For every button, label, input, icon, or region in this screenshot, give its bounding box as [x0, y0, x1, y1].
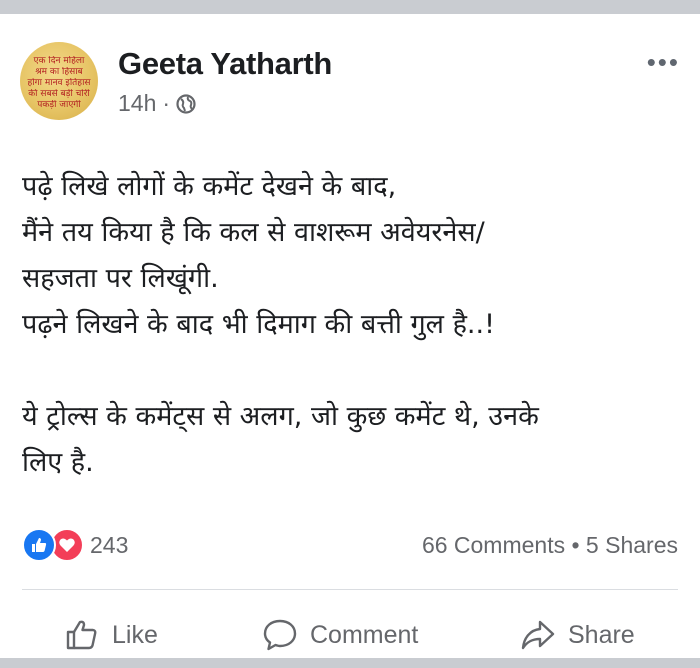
comment-icon — [263, 619, 297, 651]
comments-shares-count[interactable]: 66 Comments • 5 Shares — [422, 532, 678, 559]
avatar-text-line: की सबसे बड़ी चोरी — [28, 89, 90, 99]
avatar-text-line: पकड़ी जाएगी — [37, 100, 81, 110]
post-meta: 14h · — [118, 90, 196, 117]
avatar-text: एक दिन महिला श्रम का हिसाब होगा मानव इति… — [26, 56, 92, 111]
action-bar: Like Comment Share — [0, 610, 700, 660]
post-text-line: पढ़ने लिखने के बाद भी दिमाग की बत्ती गुल… — [22, 309, 495, 340]
author-name[interactable]: Geeta Yatharth — [118, 46, 332, 82]
reaction-count: 243 — [90, 531, 129, 558]
post-text-line: मैंने तय किया है कि कल से वाशरूम अवेयरने… — [22, 217, 485, 248]
avatar-text-line: श्रम का हिसाब — [35, 67, 83, 77]
avatar-text-line: होगा मानव इतिहास — [27, 78, 91, 88]
post-time[interactable]: 14h — [118, 90, 156, 117]
post-text-line: पढ़े लिखे लोगों के कमेंट देखने के बाद, — [22, 171, 397, 202]
more-options-icon[interactable]: ••• — [647, 49, 680, 75]
like-label: Like — [112, 620, 158, 649]
post-text-line: सहजता पर लिखूंगी. — [22, 263, 219, 294]
thumbs-up-icon — [66, 620, 97, 650]
comment-label: Comment — [310, 620, 419, 649]
post-body: पढ़े लिखे लोगों के कमेंट देखने के बाद, म… — [22, 164, 682, 486]
like-reaction-icon — [22, 528, 56, 562]
post-text-line — [22, 348, 682, 394]
share-button[interactable]: Share — [520, 610, 635, 660]
post-stats: 243 66 Comments • 5 Shares — [22, 526, 678, 566]
avatar[interactable]: एक दिन महिला श्रम का हिसाब होगा मानव इति… — [20, 42, 98, 120]
like-button[interactable]: Like — [64, 610, 158, 660]
reactions-summary[interactable]: 243 — [22, 528, 128, 562]
meta-separator: · — [162, 90, 171, 116]
share-icon — [521, 620, 555, 650]
share-label: Share — [568, 620, 635, 649]
globe-icon — [176, 93, 196, 114]
post-text-line: ये ट्रोल्स के कमेंट्स से अलग, जो कुछ कमे… — [22, 401, 539, 432]
comment-button[interactable]: Comment — [262, 610, 418, 660]
post-header: एक दिन महिला श्रम का हिसाब होगा मानव इति… — [20, 42, 680, 122]
divider — [22, 589, 678, 590]
post-card: एक दिन महिला श्रम का हिसाब होगा मानव इति… — [0, 14, 700, 658]
post-text-line: लिए है. — [22, 447, 94, 478]
avatar-text-line: एक दिन महिला — [33, 56, 85, 66]
